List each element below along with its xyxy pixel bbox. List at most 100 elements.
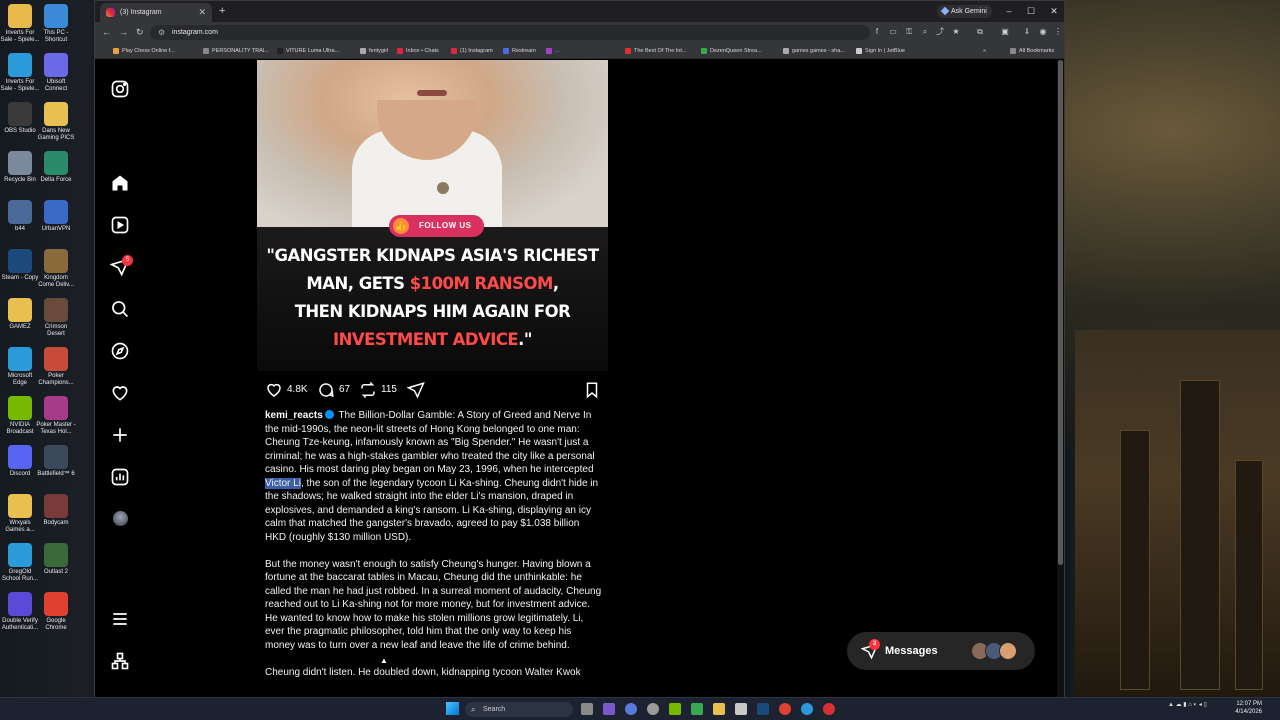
maximize-icon[interactable]: ☐ xyxy=(1024,4,1038,18)
bookmark-item[interactable]: DezenQueen Strea... xyxy=(701,43,762,59)
settings-icon[interactable] xyxy=(647,703,659,715)
windows-taskbar: ⌕ Search ▲ ☁ ▮ ⌂ ◐ ◂ ▯ 12:07 PM 4/14/2026 xyxy=(0,697,1280,720)
desktop-icon[interactable]: Delta Force xyxy=(36,151,76,184)
taskbar-search[interactable]: ⌕ Search xyxy=(465,702,573,717)
desktop-icon[interactable]: Crimson Desert xyxy=(36,298,76,338)
taskbar-app-icon[interactable] xyxy=(735,703,747,715)
back-icon[interactable]: ← xyxy=(102,26,111,39)
desktop-icon[interactable]: Discord xyxy=(0,445,40,478)
system-tray[interactable]: ▲ ☁ ▮ ⌂ ◐ ◂ ▯ xyxy=(1168,701,1207,709)
file-explorer-icon[interactable] xyxy=(713,703,725,715)
taskbar-app-icon[interactable] xyxy=(625,703,637,715)
desktop-icon[interactable]: This PC - Shortcut xyxy=(36,4,76,44)
close-window-icon[interactable]: ✕ xyxy=(1047,4,1061,18)
bookmark-item[interactable]: Play Chess Online f... xyxy=(113,43,175,59)
bookmark-item[interactable]: Sign In | JetBlue xyxy=(856,43,905,59)
steam-icon[interactable] xyxy=(757,703,769,715)
desktop-icon[interactable]: Bodycam xyxy=(36,494,76,527)
dashboard-icon[interactable] xyxy=(110,467,130,487)
search-icon[interactable] xyxy=(110,299,130,319)
also-from-meta-icon[interactable] xyxy=(110,651,130,671)
password-icon[interactable]: ⚿ xyxy=(904,27,914,37)
taskbar-clock[interactable]: 12:07 PM 4/14/2026 xyxy=(1228,700,1262,716)
taskbar-app-icon[interactable] xyxy=(823,703,835,715)
share-button[interactable] xyxy=(407,380,427,400)
chrome-icon[interactable] xyxy=(779,703,791,715)
desktop-icon[interactable]: Inverts For Sale - Spiele... xyxy=(0,53,40,93)
bookmark-item[interactable]: ... xyxy=(546,43,560,59)
desktop-icon[interactable]: Steam - Copy xyxy=(0,249,40,282)
bookmark-item[interactable]: PERSONALITY TRAI... xyxy=(203,43,269,59)
taskbar-app-icon[interactable] xyxy=(691,703,703,715)
home-icon[interactable] xyxy=(110,173,130,193)
facebook-ext-icon[interactable]: f xyxy=(872,27,882,37)
cast-icon[interactable]: ▭ xyxy=(888,27,898,37)
close-tab-icon[interactable]: ✕ xyxy=(198,3,206,22)
bookmark-item[interactable]: Inbox • Chats xyxy=(397,43,439,59)
desktop-icon[interactable]: Double Verify Authenticati... xyxy=(0,592,40,632)
profile-icon[interactable]: ◉ xyxy=(1038,27,1048,37)
sidepanel-icon[interactable]: ▣ xyxy=(1000,27,1010,37)
desktop-icon[interactable]: Ubisoft Connect xyxy=(36,53,76,93)
desktop-icon[interactable]: Recycle Bin xyxy=(0,151,40,184)
tab-instagram[interactable]: (3) Instagram ✕ xyxy=(100,3,212,22)
bookmark-label: The Best Of The Int... xyxy=(634,48,687,54)
desktop-icon[interactable]: b44 xyxy=(0,200,40,233)
downloads-icon[interactable]: ⇓ xyxy=(1022,27,1032,37)
page-scrollbar[interactable] xyxy=(1057,60,1064,697)
desktop-icon[interactable]: Wrxyals Games a... xyxy=(0,494,40,534)
desktop-icon[interactable]: GAMEZ xyxy=(0,298,40,331)
desktop-icon[interactable]: Battlefield™ 6 xyxy=(36,445,76,478)
taskbar-app-icon[interactable] xyxy=(603,703,615,715)
post-media[interactable]: "GANGSTER KIDNAPS ASIA'S RICHEST MAN, GE… xyxy=(257,60,608,371)
forward-icon[interactable]: → xyxy=(119,26,128,39)
desktop-icon[interactable]: NVIDIA Broadcast xyxy=(0,396,40,436)
windows-start-icon[interactable] xyxy=(446,702,459,715)
desktop-icon[interactable]: Kingdom Come Deliv... xyxy=(36,249,76,289)
instagram-logo-icon[interactable] xyxy=(110,79,130,99)
bookmarks-overflow-icon[interactable]: » xyxy=(983,43,986,59)
minimize-icon[interactable]: – xyxy=(1002,4,1016,18)
scrollbar-thumb[interactable] xyxy=(1058,60,1063,565)
desktop-icon[interactable]: Inverts For Sale - Spiele... xyxy=(0,4,40,44)
address-bar[interactable]: ⚙ instagram.com xyxy=(150,25,870,40)
all-bookmarks-button[interactable]: All Bookmarks xyxy=(1010,43,1054,59)
explore-icon[interactable] xyxy=(110,341,130,361)
reload-icon[interactable]: ↻ xyxy=(136,26,144,39)
share-icon[interactable]: ⤴ xyxy=(935,27,945,37)
create-plus-icon[interactable] xyxy=(110,425,130,445)
desktop-icon[interactable]: Poker Master - Texas Hol... xyxy=(36,396,76,436)
messages-button[interactable]: 3 Messages xyxy=(847,632,1035,670)
desktop-icon[interactable]: Outlast 2 xyxy=(36,543,76,576)
desktop-icon[interactable]: Poker Champions... xyxy=(36,347,76,387)
menu-dots-icon[interactable]: ⋮ xyxy=(1053,27,1063,37)
bookmark-item[interactable]: Restream xyxy=(503,43,536,59)
desktop-icon[interactable]: OBS Studio xyxy=(0,102,40,135)
profile-avatar[interactable] xyxy=(113,511,128,526)
nvidia-icon[interactable] xyxy=(669,703,681,715)
desktop-icon[interactable]: Google Chrome xyxy=(36,592,76,632)
bookmark-star-icon[interactable]: ★ xyxy=(951,27,961,37)
bookmark-item[interactable]: The Best Of The Int... xyxy=(625,43,686,59)
extensions-icon[interactable]: ⧉ xyxy=(975,27,985,37)
bookmark-item[interactable]: fentygirl xyxy=(360,43,388,59)
new-tab-button[interactable]: + xyxy=(219,3,225,20)
bookmark-item[interactable]: VITURE Luma Ultra... xyxy=(277,43,339,59)
zoom-icon[interactable]: ⌕ xyxy=(920,27,930,37)
site-info-icon[interactable]: ⚙ xyxy=(158,25,165,40)
ask-gemini-button[interactable]: Ask Gemini xyxy=(937,5,992,18)
desktop-icon[interactable]: Dans New Gaming PICS xyxy=(36,102,76,142)
save-button[interactable] xyxy=(583,380,603,400)
desktop-icon[interactable]: Microsoft Edge xyxy=(0,347,40,387)
desktop-icon[interactable]: GregOld School Run... xyxy=(0,543,40,583)
desktop-icon-label: Bodycam xyxy=(43,520,69,526)
more-menu-icon[interactable] xyxy=(110,609,130,629)
reels-icon[interactable] xyxy=(110,215,130,235)
bookmark-item[interactable]: (1) Instagram xyxy=(451,43,493,59)
desktop-icon[interactable]: UrbanVPN xyxy=(36,200,76,233)
task-view-icon[interactable] xyxy=(581,703,593,715)
edge-icon[interactable] xyxy=(801,703,813,715)
bookmark-item[interactable]: games games - sha... xyxy=(783,43,845,59)
notifications-heart-icon[interactable] xyxy=(110,383,130,403)
caption-username[interactable]: kemi_reacts xyxy=(265,410,323,421)
